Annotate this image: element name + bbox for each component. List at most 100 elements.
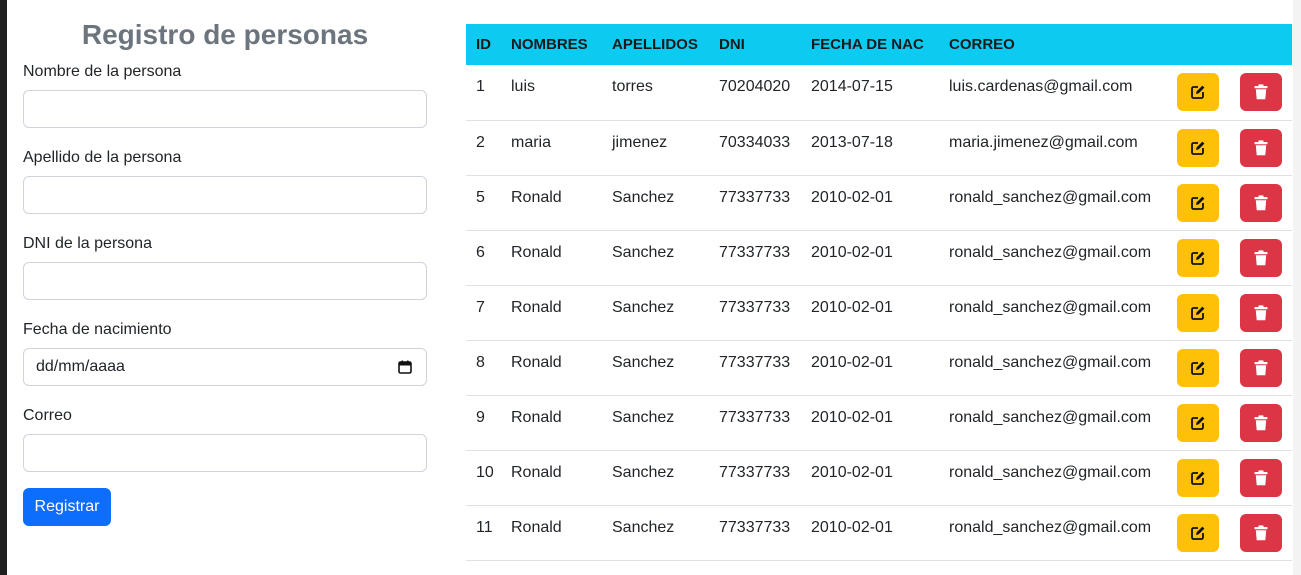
- delete-button[interactable]: [1240, 128, 1282, 167]
- cell-id: 11: [476, 518, 493, 536]
- edit-icon: [1191, 416, 1205, 430]
- delete-button[interactable]: [1240, 183, 1282, 222]
- header-edit: [1167, 24, 1230, 65]
- cell-dni: 70204020: [719, 78, 791, 95]
- cell-fecha: 2014-07-15: [811, 78, 893, 95]
- cell-apellidos: Sanchez: [612, 188, 675, 206]
- table-row: 2 maria jimenez 70334033 2013-07-18 maria.jim…: [466, 120, 1292, 175]
- delete-button[interactable]: [1240, 348, 1282, 387]
- edit-button[interactable]: [1177, 458, 1219, 497]
- table-row: 7 Ronald Sanchez 77337733 2010-02-01 ronald_s…: [466, 285, 1292, 340]
- trash-icon: [1254, 304, 1268, 320]
- delete-button[interactable]: [1240, 458, 1282, 497]
- cell-nombres: Ronald: [511, 188, 562, 206]
- cell-correo: ronald_sanchez@gmail.com: [949, 518, 1152, 536]
- cell-id: 9: [476, 408, 485, 426]
- trash-icon: [1254, 139, 1268, 155]
- cell-delete: [1230, 175, 1292, 230]
- cell-correo: ronald_sanchez@gmail.com: [949, 298, 1152, 316]
- cell-apellidos: Sanchez: [612, 463, 675, 481]
- cell-dni: 77337733: [719, 353, 791, 371]
- table-row: 9 Ronald Sanchez 77337733 2010-02-01 ronald_s…: [466, 395, 1292, 450]
- cell-correo: ronald_sanchez@gmail.com: [949, 243, 1152, 261]
- table-row: 6 Ronald Sanchez 77337733 2010-02-01 ronald_s…: [466, 230, 1292, 285]
- dni-label: DNI de la persona: [23, 235, 152, 252]
- cell-correo: ronald_sanchez@gmail.com: [949, 353, 1152, 371]
- cell-id: 10: [476, 463, 494, 481]
- people-table: ID NOMBRES APELLIDOS DNI FECHA DE NAC CO…: [466, 24, 1292, 561]
- trash-icon: [1254, 84, 1268, 100]
- cell-fecha: 2010-02-01: [811, 463, 893, 481]
- table-header-row: ID NOMBRES APELLIDOS DNI FECHA DE NAC CO…: [466, 24, 1292, 65]
- cell-id: 8: [476, 353, 485, 371]
- cell-edit: [1167, 395, 1230, 450]
- delete-button[interactable]: [1240, 403, 1282, 442]
- cell-correo: ronald_sanchez@gmail.com: [949, 188, 1152, 206]
- window-right-edge: [1293, 0, 1301, 575]
- cell-correo: maria.jimenez@gmail.com: [949, 133, 1138, 151]
- delete-button[interactable]: [1240, 238, 1282, 277]
- edit-button[interactable]: [1177, 403, 1219, 442]
- cell-nombres: Ronald: [511, 353, 562, 371]
- cell-correo: luis.cardenas@gmail.com: [949, 78, 1133, 95]
- trash-icon: [1254, 414, 1268, 430]
- table-body: 1 luis torres 70204020 2014-07-15 luis.carden…: [466, 65, 1292, 560]
- trash-icon: [1254, 249, 1268, 265]
- cell-fecha: 2010-02-01: [811, 188, 893, 206]
- edit-button[interactable]: [1177, 348, 1219, 387]
- cell-edit: [1167, 175, 1230, 230]
- edit-icon: [1191, 251, 1205, 265]
- fecha-label: Fecha de nacimiento: [23, 321, 172, 338]
- delete-button[interactable]: [1240, 293, 1282, 332]
- cell-dni: 77337733: [719, 243, 791, 261]
- header-fecha: FECHA DE NAC: [811, 36, 924, 53]
- table-row: 10 Ronald Sanchez 77337733 2010-02-01 ronald_…: [466, 450, 1292, 505]
- edit-icon: [1191, 471, 1205, 485]
- calendar-icon[interactable]: [398, 360, 412, 374]
- cell-fecha: 2010-02-01: [811, 243, 893, 261]
- cell-edit: [1167, 230, 1230, 285]
- edit-button[interactable]: [1177, 183, 1219, 222]
- fecha-input[interactable]: dd/mm/aaaa: [23, 348, 427, 386]
- cell-apellidos: Sanchez: [612, 408, 675, 426]
- header-delete: [1230, 24, 1292, 65]
- cell-delete: [1230, 505, 1292, 560]
- register-button[interactable]: Registrar: [23, 488, 111, 526]
- edit-button[interactable]: [1177, 513, 1219, 552]
- cell-id: 2: [476, 133, 485, 151]
- cell-fecha: 2013-07-18: [811, 133, 893, 151]
- cell-edit: [1167, 285, 1230, 340]
- trash-icon: [1254, 469, 1268, 485]
- delete-button[interactable]: [1240, 513, 1282, 552]
- cell-edit: [1167, 120, 1230, 175]
- edit-button[interactable]: [1177, 128, 1219, 167]
- nombre-label: Nombre de la persona: [23, 63, 182, 80]
- edit-button[interactable]: [1177, 293, 1219, 332]
- cell-nombres: luis: [511, 78, 536, 95]
- cell-dni: 77337733: [719, 518, 791, 536]
- cell-apellidos: Sanchez: [612, 243, 675, 261]
- cell-edit: [1167, 450, 1230, 505]
- cell-delete: [1230, 65, 1292, 120]
- window-left-edge: [0, 0, 7, 575]
- apellido-input[interactable]: [23, 176, 427, 214]
- edit-icon: [1191, 196, 1205, 210]
- cell-dni: 70334033: [719, 133, 791, 151]
- cell-delete: [1230, 395, 1292, 450]
- fecha-input-value: dd/mm/aaaa: [36, 358, 125, 375]
- edit-icon: [1191, 141, 1205, 155]
- edit-button[interactable]: [1177, 238, 1219, 277]
- cell-nombres: maria: [511, 133, 552, 151]
- cell-dni: 77337733: [719, 188, 791, 206]
- edit-icon: [1191, 526, 1205, 540]
- dni-input[interactable]: [23, 262, 427, 300]
- delete-button[interactable]: [1240, 73, 1282, 111]
- apellido-label: Apellido de la persona: [23, 149, 182, 166]
- nombre-input[interactable]: [23, 90, 427, 128]
- cell-delete: [1230, 230, 1292, 285]
- cell-fecha: 2010-02-01: [811, 298, 893, 316]
- edit-button[interactable]: [1177, 73, 1219, 111]
- header-dni: DNI: [719, 36, 745, 53]
- cell-delete: [1230, 450, 1292, 505]
- correo-input[interactable]: [23, 434, 427, 472]
